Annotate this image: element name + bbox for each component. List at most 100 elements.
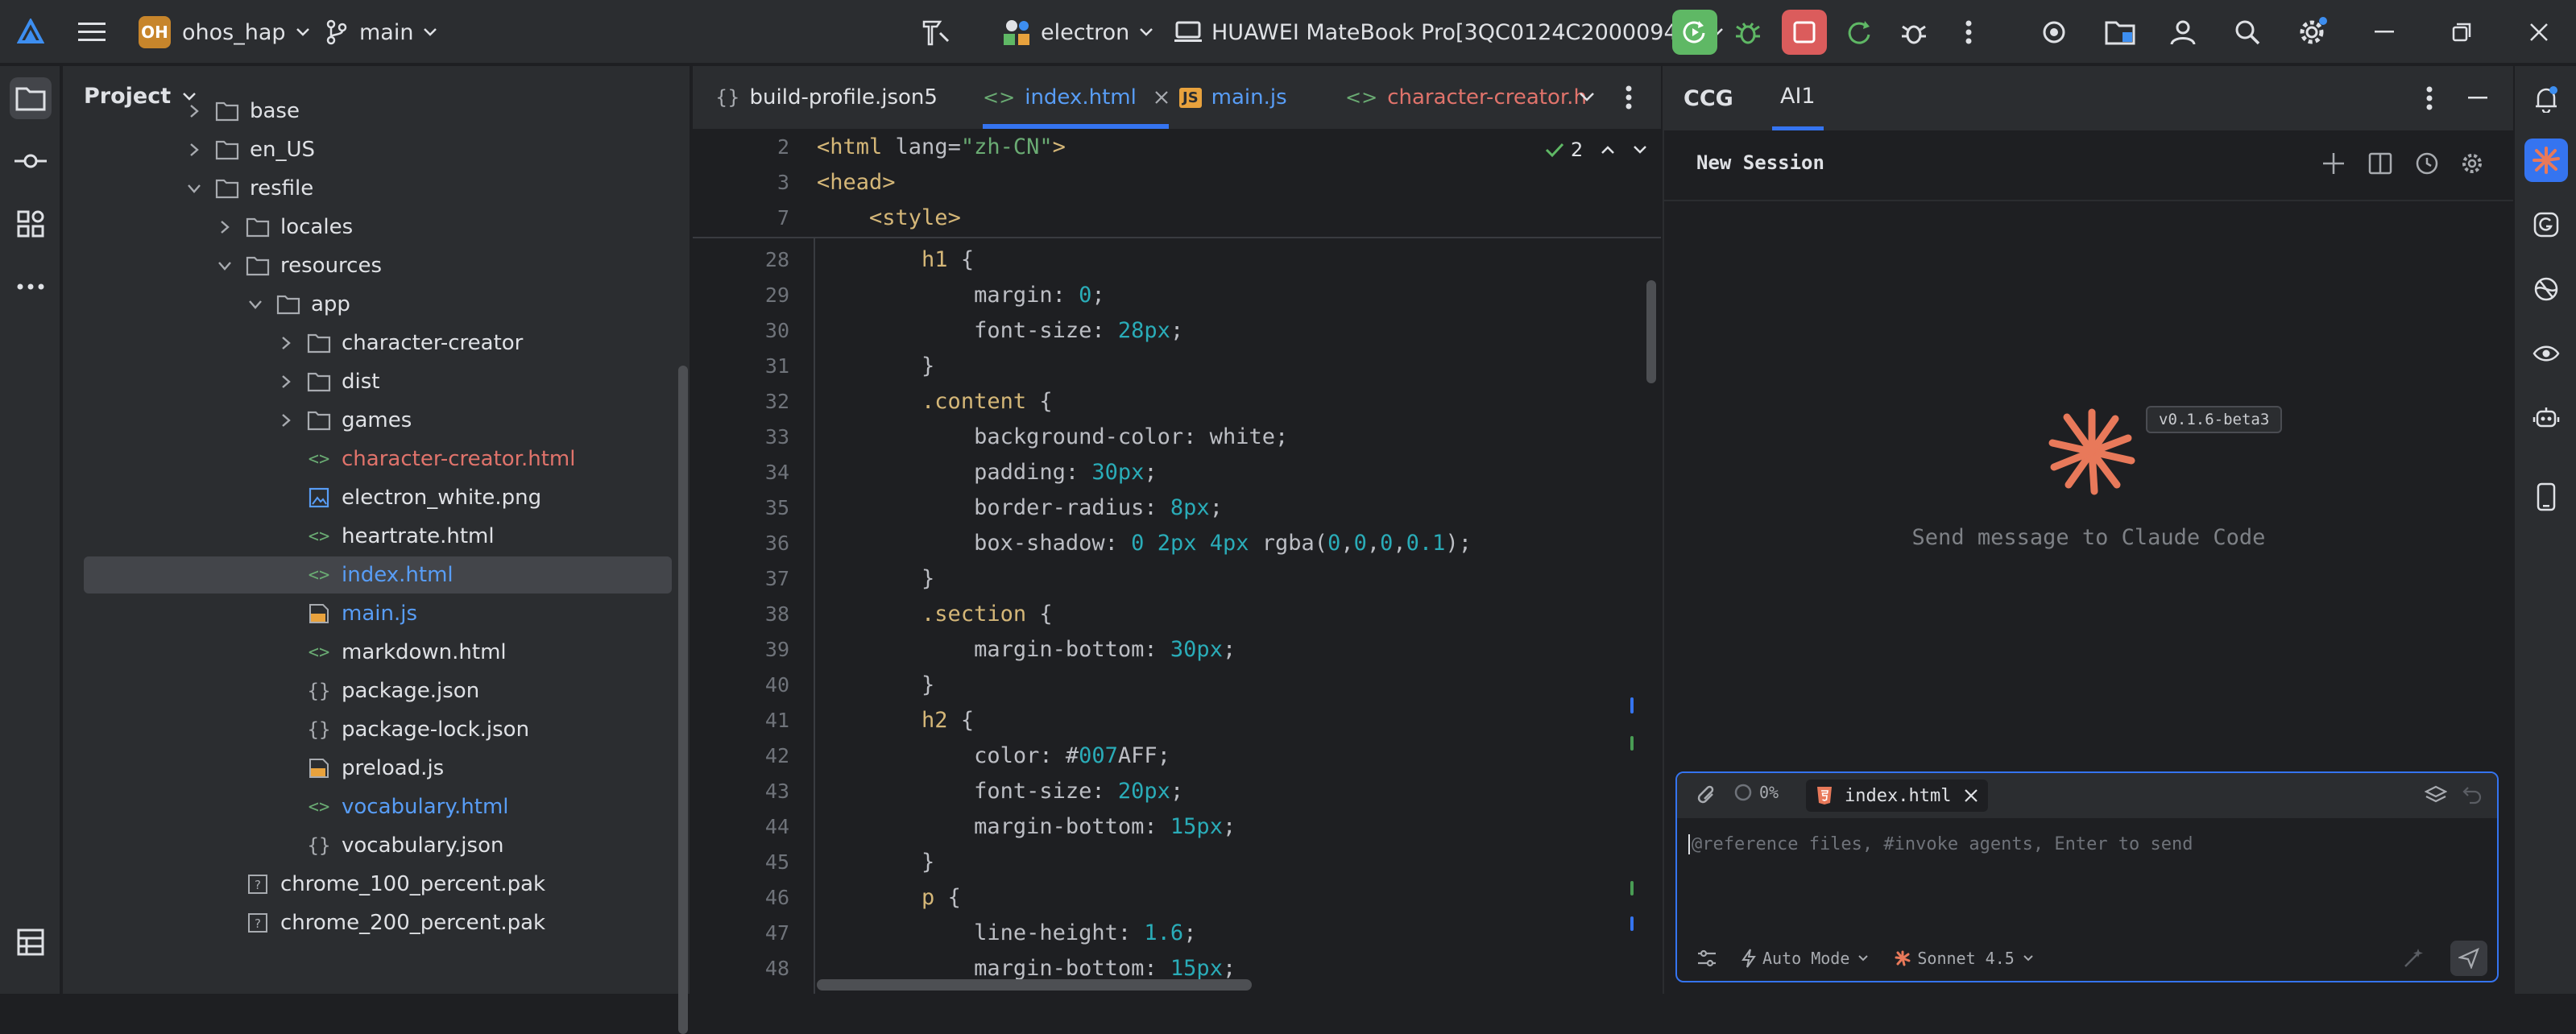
more-tools-button[interactable] [10,266,52,308]
tree-folder[interactable]: games [84,402,672,439]
tree-file[interactable]: electron_white.png [84,479,672,516]
tree-file[interactable]: {} vocabulary.json [84,827,672,864]
tree-file[interactable]: {} package-lock.json [84,711,672,748]
code-line[interactable]: 41 h2 { [693,702,1627,738]
close-tab-icon[interactable] [1154,90,1169,105]
device-manager-button[interactable] [2524,475,2568,519]
chevron-up-icon[interactable] [1601,145,1615,155]
tree-file[interactable]: {} package.json [84,672,672,709]
code-line[interactable]: 34 padding: 30px; [693,454,1627,490]
code-line[interactable]: 35 border-radius: 8px; [693,490,1627,525]
split-view-icon[interactable] [2368,151,2392,176]
chevron-right-icon[interactable] [184,131,205,168]
code-line[interactable]: 33 background-color: white; [693,419,1627,454]
device-selector[interactable]: HUAWEI MateBook Pro[3QC0124C20000944] [1174,0,1724,64]
code-line[interactable]: 40 } [693,667,1627,702]
code-line[interactable]: 39 margin-bottom: 30px; [693,631,1627,667]
code-line[interactable]: 29 margin: 0; [693,277,1627,312]
app-logo-icon[interactable] [14,16,47,48]
chevron-down-icon[interactable] [245,286,266,323]
more-actions-button[interactable] [1946,10,1991,55]
history-icon[interactable] [2415,151,2439,176]
tab-character-creator[interactable]: <> character-creator.h [1345,66,1603,129]
code-line[interactable]: 32 .content { [693,383,1627,419]
code-line[interactable]: 47 line-height: 1.6; [693,915,1627,950]
copilot-button[interactable] [2524,203,2568,246]
tree-file[interactable]: main.js [84,595,672,632]
rerun-button[interactable] [1837,10,1882,55]
editor-vertical-scrollbar[interactable] [1646,280,1656,383]
ai-panel-minimize-button[interactable] [2468,66,2487,130]
tree-folder[interactable]: resfile [84,170,672,207]
enhance-icon[interactable] [2402,947,2425,970]
sticky-code-line[interactable]: 2 <html lang="zh-CN"> [693,129,1627,164]
sticky-code-line[interactable]: 7 <style> [693,200,1627,235]
tree-file[interactable]: preload.js [84,750,672,787]
attach-icon[interactable] [1696,784,1717,807]
chevron-down-icon[interactable] [1633,145,1647,155]
restore-icon[interactable] [2446,16,2478,48]
chevron-down-icon[interactable] [184,170,205,207]
tree-file[interactable]: <> markdown.html [84,634,672,671]
tree-folder[interactable]: base [84,93,672,130]
code-line[interactable]: 44 margin-bottom: 15px; [693,809,1627,844]
code-line[interactable]: 36 box-shadow: 0 2px 4px rgba(0,0,0,0.1)… [693,525,1627,560]
chevron-right-icon[interactable] [184,93,205,130]
tree-folder[interactable]: resources [84,247,672,284]
code-line[interactable]: 28 h1 { [693,242,1627,277]
tree-file[interactable]: ? chrome_100_percent.pak [84,866,672,903]
hamburger-menu-icon[interactable] [76,16,108,48]
model-selector[interactable]: Sonnet 4.5 [1895,949,2033,968]
debug-button[interactable] [1725,10,1770,55]
notifications-button[interactable] [2524,77,2568,121]
globe-tool-button[interactable] [2524,267,2568,311]
minimize-icon[interactable] [2368,16,2400,48]
tree-folder[interactable]: dist [84,363,672,400]
tree-file[interactable]: ? chrome_200_percent.pak [84,904,672,941]
preview-button[interactable] [2524,332,2568,375]
code-line[interactable]: 37 } [693,560,1627,596]
editor-more-button[interactable] [1626,66,1632,129]
chevron-right-icon[interactable] [275,402,296,439]
branch-selector[interactable]: main [325,0,437,64]
tab-ai1[interactable]: AI1 [1772,66,1824,130]
folder-icon[interactable] [2104,16,2136,48]
structure-tool-button[interactable] [10,203,52,245]
layers-icon[interactable] [2425,784,2447,807]
code-line[interactable]: 45 } [693,844,1627,879]
run-config-selector[interactable]: electron [1002,0,1153,64]
code-line[interactable]: 46 p { [693,879,1627,915]
tree-folder[interactable]: en_US [84,131,672,168]
tree-file[interactable]: <> character-creator.html [84,440,672,478]
database-tool-button[interactable] [10,921,52,963]
new-session-icon[interactable] [2321,151,2346,176]
tab-build-profile[interactable]: {} build-profile.json5 [715,66,938,129]
close-icon[interactable] [2523,16,2555,48]
tab-ccg[interactable]: CCG [1684,66,1733,130]
target-icon[interactable] [2038,16,2070,48]
tree-scrollbar[interactable] [678,366,688,1034]
project-selector[interactable]: OH ohos_hap [139,0,310,64]
chevron-right-icon[interactable] [275,325,296,362]
code-line[interactable]: 31 } [693,348,1627,383]
code-line[interactable]: 30 font-size: 28px; [693,312,1627,348]
remove-file-icon[interactable] [1964,788,1978,803]
tab-overflow-button[interactable] [1579,66,1595,129]
ai-panel-more-button[interactable] [2426,66,2433,130]
tree-file[interactable]: <> vocabulary.html [84,788,672,825]
chevron-right-icon[interactable] [275,363,296,400]
project-tool-button[interactable] [10,77,52,119]
settings-icon[interactable] [2296,16,2328,48]
search-icon[interactable] [2231,16,2263,48]
tree-file[interactable]: <> heartrate.html [84,518,672,555]
inspections-widget[interactable]: 2 [1545,135,1647,164]
tab-index-html[interactable]: <> index.html [983,66,1169,129]
undo-icon[interactable] [2462,784,2483,805]
attach-debugger-button[interactable] [1891,10,1936,55]
run-button[interactable] [1672,10,1717,55]
tab-main-js[interactable]: JS main.js [1179,66,1287,129]
code-line[interactable]: 42 color: #007AFF; [693,738,1627,773]
claude-code-button[interactable] [2524,139,2568,182]
tree-file[interactable]: <> index.html [84,556,672,594]
agent-tool-button[interactable] [2524,396,2568,440]
